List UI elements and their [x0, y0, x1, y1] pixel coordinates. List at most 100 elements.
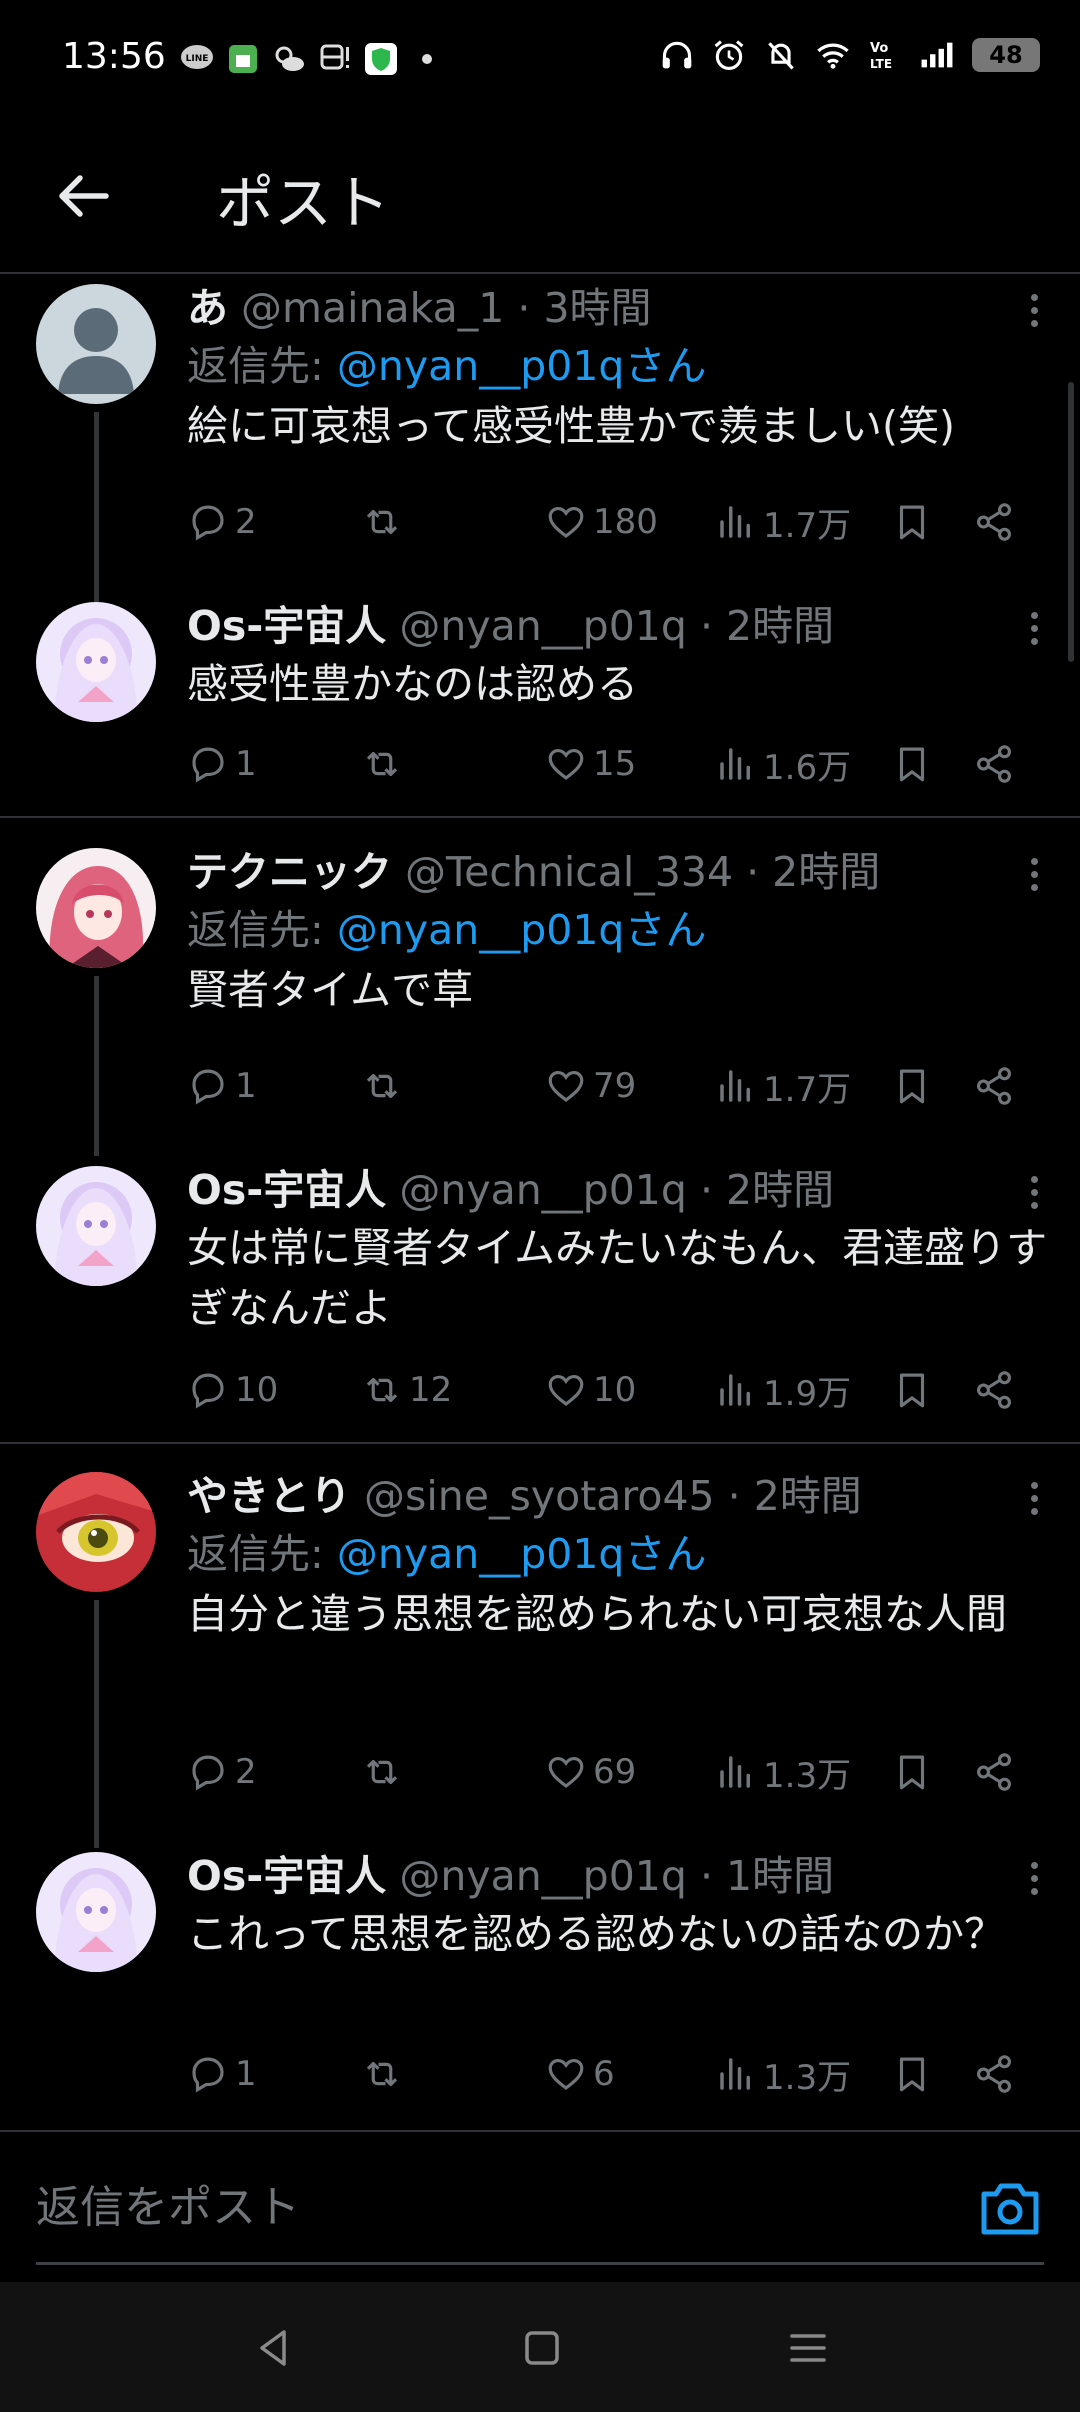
views-button[interactable]: 1.7万	[715, 1058, 851, 1114]
views-button[interactable]: 1.9万	[715, 1362, 851, 1418]
author-name[interactable]: Os-宇宙人	[187, 1166, 386, 1214]
like-count: 6	[593, 2054, 615, 2094]
page-title: ポスト	[216, 169, 391, 237]
share-button[interactable]	[973, 2046, 1015, 2102]
reply-button[interactable]: 1	[187, 2046, 257, 2102]
avatar[interactable]	[36, 848, 156, 968]
camera-icon[interactable]	[978, 2178, 1042, 2238]
heart-icon	[548, 2058, 584, 2090]
more-options-icon[interactable]	[1014, 290, 1054, 330]
more-options-icon[interactable]	[1014, 1478, 1054, 1518]
like-button[interactable]: 180	[545, 494, 658, 550]
reply-button[interactable]: 2	[187, 1744, 257, 1800]
like-button[interactable]: 6	[545, 2046, 615, 2102]
views-icon	[720, 2058, 750, 2090]
repost-button[interactable]: 12	[361, 1362, 452, 1418]
repost-button[interactable]	[361, 736, 409, 792]
author-handle-time[interactable]: @nyan__p01q · 2時間	[399, 1166, 834, 1214]
repost-icon	[366, 509, 398, 535]
avatar[interactable]	[36, 1852, 156, 1972]
author-handle-time[interactable]: @nyan__p01q · 2時間	[399, 602, 834, 650]
share-button[interactable]	[973, 1744, 1015, 1800]
author-name[interactable]: Os-宇宙人	[187, 602, 386, 650]
more-options-icon[interactable]	[1014, 1172, 1054, 1212]
heart-icon	[548, 1756, 584, 1788]
bookmark-button[interactable]	[891, 1362, 933, 1418]
repost-icon	[366, 1073, 398, 1099]
author-handle-time[interactable]: @mainaka_1 · 3時間	[241, 284, 651, 332]
avatar[interactable]	[36, 602, 156, 722]
avatar[interactable]	[36, 284, 156, 404]
share-button[interactable]	[973, 1058, 1015, 1114]
bookmark-icon	[899, 1069, 925, 1104]
share-button[interactable]	[973, 736, 1015, 792]
reply-to-mention[interactable]: @nyan__p01qさん	[337, 342, 707, 390]
author-handle-time[interactable]: @Technical_334 · 2時間	[405, 848, 880, 896]
post-text: 絵に可哀想って感受性豊かで羨ましい(笑)	[187, 402, 955, 450]
avatar[interactable]	[36, 1166, 156, 1286]
dot-icon	[410, 42, 444, 76]
author-handle-time[interactable]: @sine_syotaro45 · 2時間	[364, 1472, 862, 1520]
like-button[interactable]: 10	[545, 1362, 636, 1418]
repost-button[interactable]	[361, 1744, 409, 1800]
author-handle-time[interactable]: @nyan__p01q · 1時間	[399, 1852, 834, 1900]
bookmark-button[interactable]	[891, 736, 933, 792]
reply-icon	[192, 1069, 224, 1105]
reply-to-label: 返信先:	[187, 1530, 324, 1578]
reply-to-mention[interactable]: @nyan__p01qさん	[337, 1530, 707, 1578]
post[interactable]: Os-宇宙人 @nyan__p01q · 1時間 これって思想を認める認めないの…	[0, 1850, 1080, 2128]
like-button[interactable]: 15	[545, 736, 636, 792]
like-button[interactable]: 69	[545, 1744, 636, 1800]
reply-button[interactable]: 2	[187, 494, 257, 550]
post[interactable]: Os-宇宙人 @nyan__p01q · 2時間 感受性豊かなのは認める 1 1…	[0, 600, 1080, 816]
views-button[interactable]: 1.6万	[715, 736, 851, 792]
post[interactable]: テクニック @Technical_334 · 2時間 返信先: @nyan__p…	[0, 846, 1080, 1156]
more-options-icon[interactable]	[1014, 1858, 1054, 1898]
reply-input[interactable]	[36, 2172, 936, 2242]
shield-icon	[364, 42, 398, 76]
reply-to-mention[interactable]: @nyan__p01qさん	[337, 906, 707, 954]
nav-home-icon[interactable]	[514, 2320, 570, 2376]
like-button[interactable]: 79	[545, 1058, 636, 1114]
post-actions: 10 12 10 1.9万	[187, 1362, 1037, 1418]
repost-button[interactable]	[361, 494, 409, 550]
author-name[interactable]: やきとり	[187, 1472, 351, 1520]
bookmark-button[interactable]	[891, 1058, 933, 1114]
reply-underline	[36, 2262, 1044, 2265]
volte-icon: Vo LTE	[868, 38, 902, 72]
bookmark-icon	[899, 1373, 925, 1408]
reply-button[interactable]: 1	[187, 1058, 257, 1114]
post[interactable]: やきとり @sine_syotaro45 · 2時間 返信先: @nyan__p…	[0, 1470, 1080, 1850]
post[interactable]: あ @mainaka_1 · 3時間 返信先: @nyan__p01qさん 絵に…	[0, 282, 1080, 602]
bookmark-button[interactable]	[891, 494, 933, 550]
bookmark-button[interactable]	[891, 2046, 933, 2102]
repost-button[interactable]	[361, 2046, 409, 2102]
views-button[interactable]: 1.7万	[715, 494, 851, 550]
bookmark-button[interactable]	[891, 1744, 933, 1800]
views-button[interactable]: 1.3万	[715, 2046, 851, 2102]
share-button[interactable]	[973, 1362, 1015, 1418]
reply-count: 1	[235, 2054, 257, 2094]
more-options-icon[interactable]	[1014, 608, 1054, 648]
views-icon	[720, 1374, 750, 1406]
share-button[interactable]	[973, 494, 1015, 550]
view-count: 1.7万	[763, 505, 852, 546]
reply-button[interactable]: 1	[187, 736, 257, 792]
nav-back-icon[interactable]	[246, 2320, 302, 2376]
reply-button[interactable]: 10	[187, 1362, 278, 1418]
more-options-icon[interactable]	[1014, 854, 1054, 894]
avatar[interactable]	[36, 1472, 156, 1592]
views-button[interactable]: 1.3万	[715, 1744, 851, 1800]
reply-count: 10	[235, 1370, 279, 1410]
back-arrow-icon[interactable]	[52, 164, 116, 228]
reply-icon	[192, 2057, 224, 2093]
views-icon	[720, 1756, 750, 1788]
author-name[interactable]: あ	[187, 284, 228, 332]
author-name[interactable]: Os-宇宙人	[187, 1852, 386, 1900]
reply-to: 返信先: @nyan__p01qさん	[187, 1526, 1050, 1582]
post[interactable]: Os-宇宙人 @nyan__p01q · 2時間 女は常に賢者タイムみたいなもん…	[0, 1164, 1080, 1442]
author-name[interactable]: テクニック	[187, 848, 392, 896]
nav-menu-icon[interactable]	[780, 2320, 836, 2376]
share-icon	[977, 2055, 1011, 2093]
repost-button[interactable]	[361, 1058, 409, 1114]
